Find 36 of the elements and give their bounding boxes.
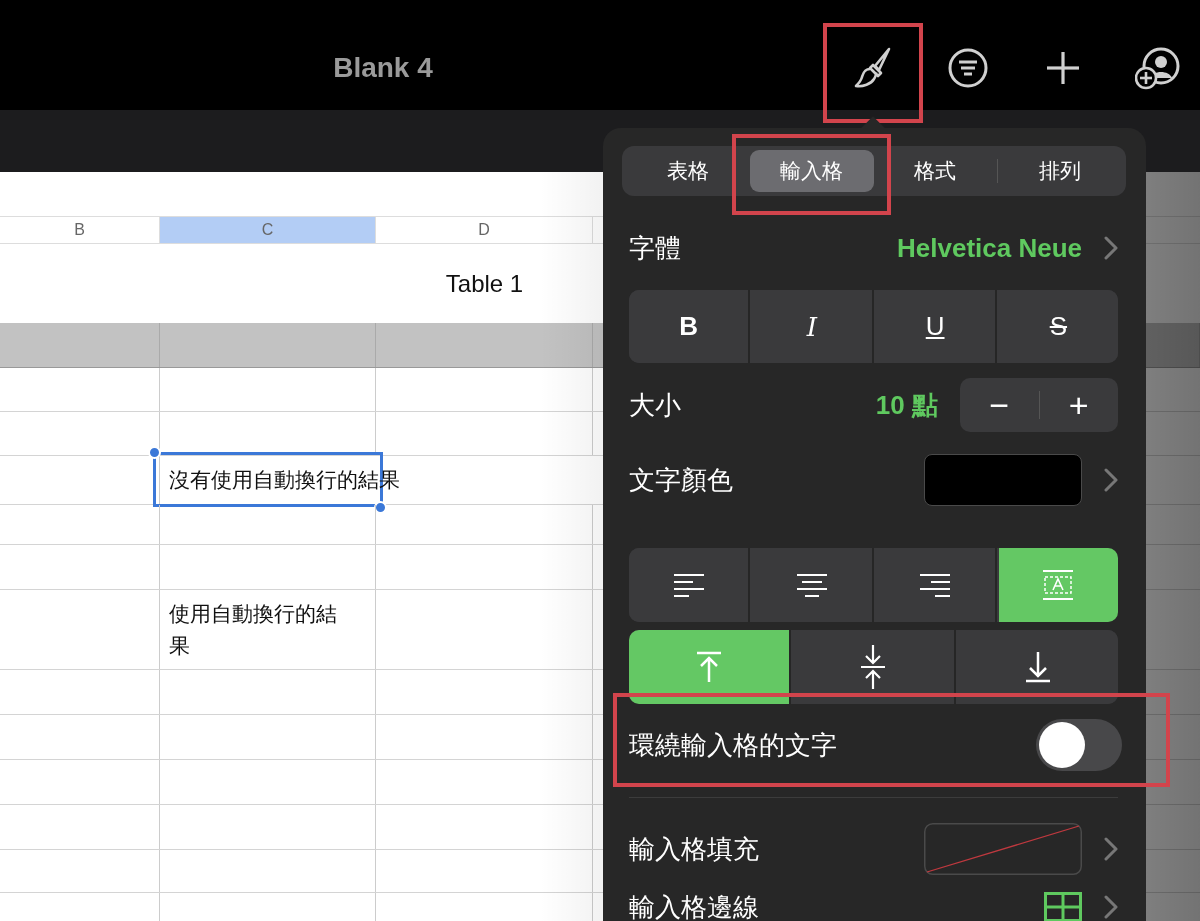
selection-handle[interactable] <box>148 446 161 459</box>
panel-tab[interactable]: 表格 <box>626 150 750 192</box>
increase-button[interactable]: + <box>1039 378 1118 432</box>
no-fill-swatch[interactable] <box>924 823 1082 875</box>
panel-tab[interactable]: 輸入格 <box>749 150 874 192</box>
column-header[interactable]: C <box>160 217 376 243</box>
justify-fit-icon <box>1041 568 1076 602</box>
chevron-icon <box>1104 895 1118 919</box>
document-title: Blank 4 <box>333 52 433 84</box>
cell-border-label: 輸入格邊線 <box>629 890 759 921</box>
chevron-icon <box>1104 837 1118 861</box>
decrease-button[interactable]: − <box>960 378 1039 432</box>
color-swatch[interactable] <box>924 454 1082 506</box>
border-grid-icon[interactable] <box>1044 892 1082 921</box>
column-header[interactable]: D <box>376 217 593 243</box>
size-value: 10 點 <box>875 388 938 422</box>
size-label: 大小 <box>629 388 681 422</box>
table-cell[interactable]: 使用自動換行的結果 <box>160 590 376 669</box>
alignment-button[interactable] <box>629 630 792 704</box>
wrap-text-toggle[interactable] <box>1036 719 1122 771</box>
wrap-text-label: 環繞輸入格的文字 <box>629 728 837 762</box>
filter-icon <box>947 47 989 89</box>
chevron-icon <box>1104 236 1118 260</box>
add-person-icon <box>1135 46 1181 90</box>
font-label: 字體 <box>629 231 681 265</box>
table-title: Table 1 <box>444 268 525 299</box>
panel-tab[interactable]: 排列 <box>998 150 1122 192</box>
panel-tab[interactable]: 格式 <box>873 150 998 192</box>
cell-fill-label: 輸入格填充 <box>629 832 759 866</box>
chevron-icon <box>1104 468 1118 492</box>
selection-handle[interactable] <box>374 501 387 514</box>
text-color-label: 文字顏色 <box>629 463 733 497</box>
plus-icon <box>1046 51 1080 85</box>
font-value[interactable]: Helvetica Neue <box>897 232 1082 264</box>
text-style-button[interactable]: B <box>629 290 751 363</box>
alignment-button[interactable] <box>629 548 751 622</box>
